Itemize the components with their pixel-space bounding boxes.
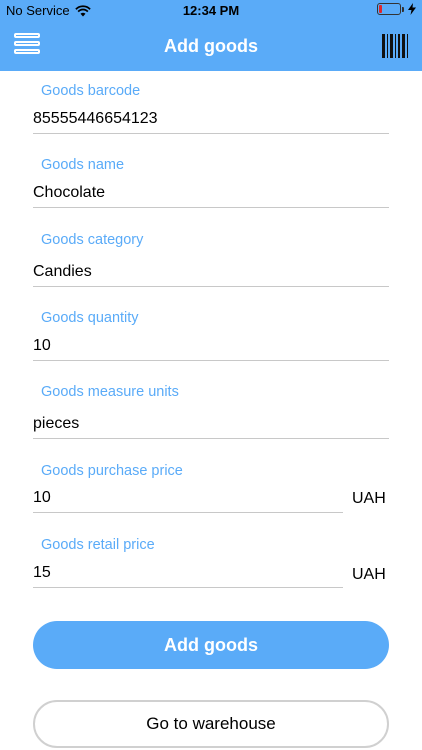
- measure-units-label: Goods measure units: [41, 384, 179, 400]
- purchase-price-unit: UAH: [352, 490, 386, 507]
- purchase-price-label: Goods purchase price: [41, 463, 183, 479]
- name-label: Goods name: [41, 157, 125, 173]
- barcode-icon[interactable]: [382, 34, 408, 58]
- barcode-input[interactable]: [33, 104, 389, 134]
- status-right: [377, 3, 416, 15]
- go-to-warehouse-button[interactable]: Go to warehouse: [33, 700, 389, 748]
- retail-price-label: Goods retail price: [41, 537, 155, 553]
- retail-price-input[interactable]: [33, 558, 343, 588]
- purchase-price-input[interactable]: [33, 483, 343, 513]
- quantity-input[interactable]: [33, 331, 389, 361]
- page-title: Add goods: [164, 36, 258, 56]
- quantity-label: Goods quantity: [41, 310, 139, 326]
- barcode-label: Goods barcode: [41, 83, 141, 99]
- status-bar: No Service 12:34 PM: [0, 0, 422, 22]
- add-goods-button[interactable]: Add goods: [33, 621, 389, 669]
- name-input[interactable]: [33, 178, 389, 208]
- battery-icon: [377, 3, 404, 15]
- category-input[interactable]: [33, 257, 389, 287]
- battery-level: [379, 5, 382, 13]
- status-time: 12:34 PM: [182, 3, 240, 18]
- navigation-bar: Add goods: [0, 24, 422, 70]
- lightning-icon: [408, 3, 416, 15]
- category-label: Goods category: [41, 232, 144, 248]
- measure-units-input[interactable]: [33, 409, 389, 439]
- app-header: No Service 12:34 PM Add goods: [0, 0, 422, 71]
- retail-price-unit: UAH: [352, 566, 386, 583]
